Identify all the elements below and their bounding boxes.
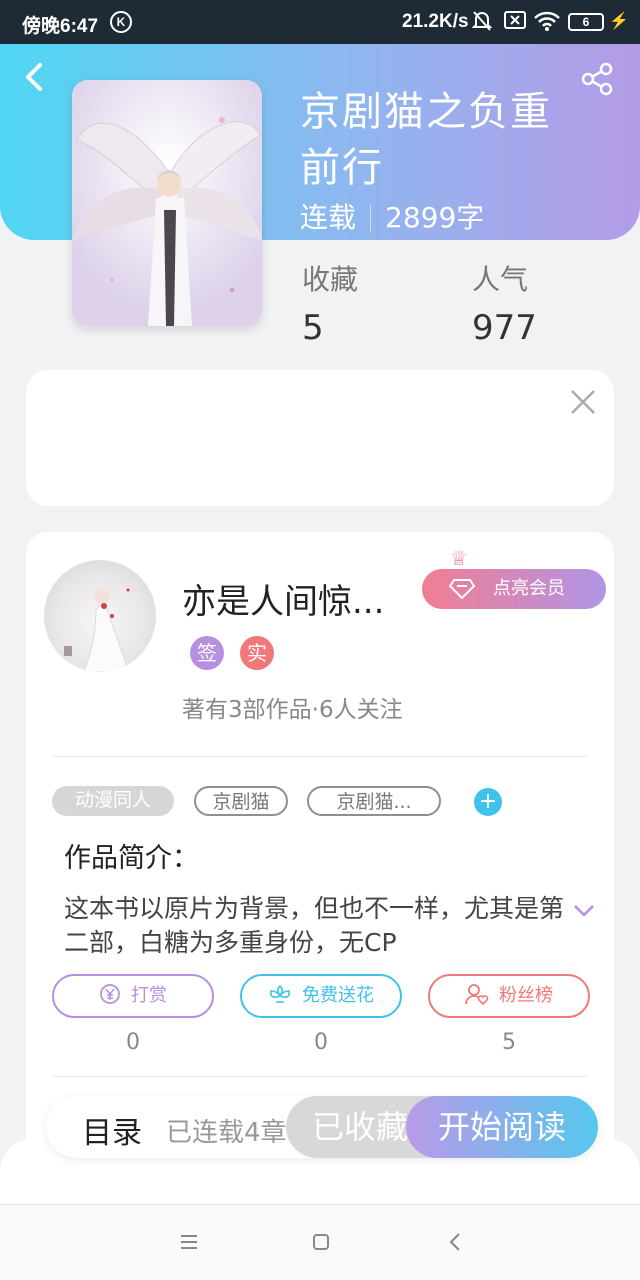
- stat-popularity-value: 977: [472, 308, 537, 348]
- book-status: 连载: [300, 201, 357, 234]
- share-icon: [581, 62, 613, 96]
- verified-badge: 实: [240, 636, 274, 670]
- start-reading-button[interactable]: 开始阅读: [406, 1096, 598, 1158]
- chevron-down-icon[interactable]: [572, 902, 596, 922]
- status-time: 傍晚6:47: [22, 16, 99, 37]
- toc-button[interactable]: 目录: [82, 1108, 142, 1152]
- author-card: 亦是人间惊... ♕ 点亮会员 签 实 著有3部作品·6人关注 动漫同人 京剧猫…: [26, 532, 614, 1172]
- author-name[interactable]: 亦是人间惊...: [182, 574, 384, 623]
- wifi-icon: [534, 10, 560, 37]
- yen-coin-icon: [99, 980, 121, 1020]
- mute-bell-icon: [471, 10, 493, 37]
- tip-count: 0: [126, 1030, 140, 1055]
- stat-favorites-label: 收藏: [302, 263, 359, 296]
- stat-popularity-label: 人气: [472, 263, 529, 296]
- send-flower-label: 免费送花: [302, 985, 374, 1006]
- status-bar: 傍晚6:47 K 21.2K/s 6 ⚡: [0, 0, 640, 44]
- k-badge-icon: K: [110, 11, 132, 33]
- back-button[interactable]: [22, 62, 52, 96]
- sim-x-icon: [504, 10, 526, 35]
- toc-status: 已连载4章: [166, 1118, 287, 1148]
- menu-icon[interactable]: [174, 1229, 204, 1259]
- home-square-icon[interactable]: [306, 1229, 336, 1259]
- author-avatar[interactable]: [44, 560, 156, 672]
- flower-icon: [268, 980, 292, 1020]
- flower-count: 0: [314, 1030, 328, 1055]
- author-stats: 著有3部作品·6人关注: [182, 697, 403, 723]
- tip-button[interactable]: 打赏: [52, 974, 214, 1018]
- signed-badge: 签: [190, 636, 224, 670]
- charging-bolt-icon: ⚡: [609, 13, 629, 30]
- book-meta: 连载 2899字: [300, 198, 484, 238]
- intro-title: 作品简介：: [64, 843, 199, 874]
- network-speed: 21.2K/s: [402, 11, 469, 32]
- chevron-left-icon: [26, 63, 42, 91]
- fan-user-icon: [465, 980, 489, 1020]
- send-flower-button[interactable]: 免费送花: [240, 974, 402, 1018]
- close-icon: [571, 390, 595, 414]
- fan-count: 5: [502, 1030, 516, 1055]
- ad-close-button[interactable]: [570, 382, 596, 422]
- tag-item[interactable]: 京剧猫...: [307, 786, 441, 816]
- cover-illustration: [72, 80, 262, 326]
- fan-ranking-button[interactable]: 粉丝榜: [428, 974, 590, 1018]
- tag-item[interactable]: 动漫同人: [52, 786, 174, 816]
- stat-favorites-value: 5: [302, 308, 324, 348]
- book-word-count: 2899字: [385, 201, 485, 234]
- system-nav-bar: [0, 1204, 640, 1280]
- add-tag-button[interactable]: +: [474, 788, 502, 816]
- fan-ranking-label: 粉丝榜: [499, 985, 553, 1006]
- tip-label: 打赏: [131, 985, 167, 1006]
- tag-item[interactable]: 京剧猫: [194, 786, 288, 816]
- back-triangle-icon[interactable]: [440, 1229, 470, 1259]
- divider: [52, 1076, 588, 1077]
- share-button[interactable]: [580, 62, 616, 96]
- avatar-illustration: [64, 588, 130, 672]
- book-title: 京剧猫之负重前行: [300, 89, 552, 191]
- divider: [52, 756, 588, 757]
- meta-separator: [370, 205, 372, 231]
- diamond-icon: [448, 578, 476, 604]
- ad-banner: [26, 370, 614, 506]
- book-cover-image[interactable]: [72, 80, 262, 326]
- battery-icon: 6: [568, 13, 604, 31]
- crown-icon: ♕: [450, 546, 468, 570]
- intro-text: 这本书以原片为背景，但也不一样，尤其是第二部，白糖为多重身份，无CP: [64, 894, 565, 957]
